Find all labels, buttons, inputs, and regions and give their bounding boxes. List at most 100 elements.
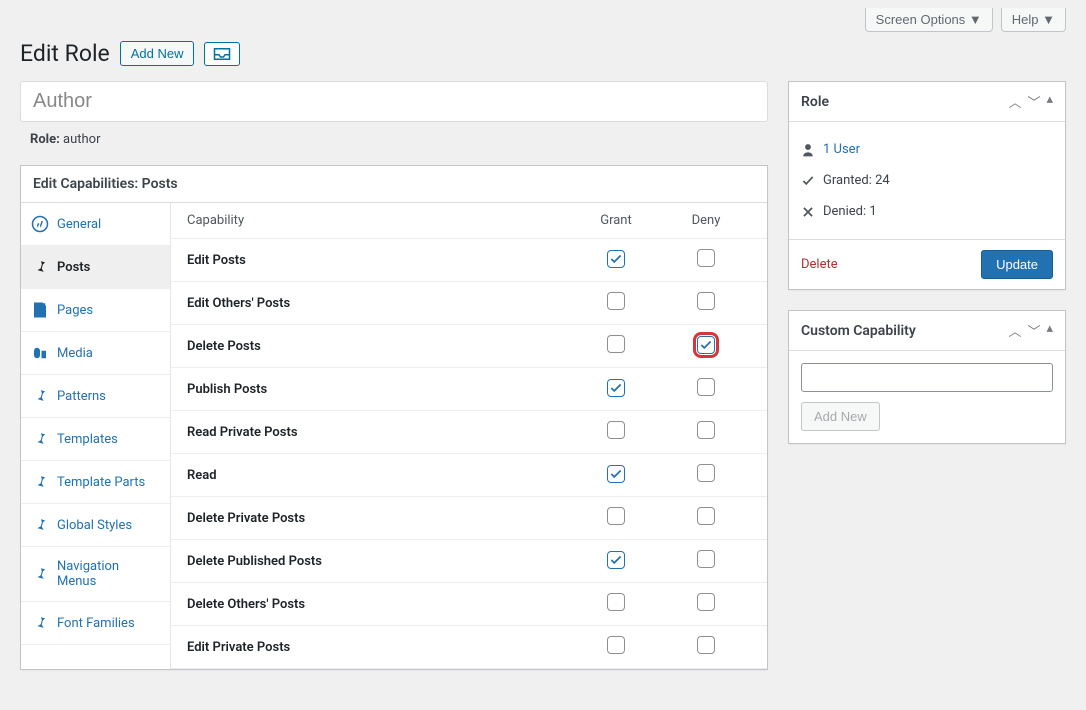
role-slug-value: author	[63, 132, 100, 147]
nav-item-pages[interactable]: Pages	[21, 289, 170, 332]
deny-checkbox[interactable]	[697, 636, 715, 654]
denied-count: Denied: 1	[823, 204, 877, 219]
role-title-input[interactable]	[20, 81, 768, 122]
col-deny: Deny	[661, 213, 751, 228]
nav-item-template-parts[interactable]: Template Parts	[21, 461, 170, 504]
pin-icon	[31, 473, 49, 491]
capability-row: Delete Others' Posts	[171, 583, 767, 626]
nav-item-posts[interactable]: Posts	[21, 246, 170, 289]
media-icon	[31, 344, 49, 362]
custom-capability-input[interactable]	[801, 363, 1053, 392]
capability-name: Delete Others' Posts	[187, 597, 571, 612]
update-button[interactable]: Update	[981, 250, 1053, 279]
capability-row: Delete Private Posts	[171, 497, 767, 540]
custom-capability-title: Custom Capability	[801, 323, 916, 339]
nav-label: Font Families	[57, 616, 135, 631]
capability-name: Read Private Posts	[187, 425, 571, 440]
nav-label: General	[57, 217, 101, 232]
col-grant: Grant	[571, 213, 661, 228]
screen-options-button[interactable]: Screen Options ▼	[865, 8, 993, 32]
chevron-up-icon[interactable]: ︿	[1008, 92, 1021, 111]
nav-item-global-styles[interactable]: Global Styles	[21, 504, 170, 547]
deny-checkbox[interactable]	[697, 507, 715, 525]
capability-row: Read Private Posts	[171, 411, 767, 454]
capability-row: Delete Published Posts	[171, 540, 767, 583]
nav-label: Patterns	[57, 389, 106, 404]
deny-checkbox[interactable]	[697, 292, 715, 310]
nav-label: Navigation Menus	[57, 559, 160, 589]
role-slug-label: Role:	[30, 132, 60, 147]
nav-label: Global Styles	[57, 518, 132, 533]
deny-checkbox[interactable]	[697, 550, 715, 568]
granted-count: Granted: 24	[823, 173, 890, 188]
deny-checkbox[interactable]	[697, 378, 715, 396]
capability-row: Delete Posts	[171, 325, 767, 368]
capabilities-nav: General Posts Pages Media Patterns Templates T…	[21, 203, 171, 669]
role-slug-line: Role: author	[20, 132, 768, 147]
deny-checkbox[interactable]	[697, 336, 715, 354]
grant-checkbox[interactable]	[607, 379, 625, 397]
check-icon	[801, 174, 815, 188]
nav-item-templates[interactable]: Templates	[21, 418, 170, 461]
add-new-role-button[interactable]: Add New	[120, 41, 195, 66]
user-icon	[801, 143, 815, 157]
capability-row: Publish Posts	[171, 368, 767, 411]
grant-checkbox[interactable]	[607, 465, 625, 483]
grant-checkbox[interactable]	[607, 250, 625, 268]
x-icon	[801, 205, 815, 219]
nav-item-navigation-menus[interactable]: Navigation Menus	[21, 547, 170, 602]
chevron-up-icon[interactable]: ︿	[1008, 321, 1021, 340]
pin-icon	[31, 430, 49, 448]
nav-label: Template Parts	[57, 475, 145, 490]
deny-checkbox[interactable]	[697, 249, 715, 267]
capability-name: Delete Private Posts	[187, 511, 571, 526]
page-icon	[31, 301, 49, 319]
deny-checkbox[interactable]	[697, 421, 715, 439]
grant-checkbox[interactable]	[607, 421, 625, 439]
delete-role-link[interactable]: Delete	[801, 257, 838, 272]
wordpress-icon	[31, 215, 49, 233]
page-title: Edit Role	[20, 40, 110, 67]
chevron-down-icon[interactable]: ﹀	[1027, 321, 1040, 340]
nav-item-font-families[interactable]: Font Families	[21, 602, 170, 645]
capability-name: Edit Private Posts	[187, 640, 571, 655]
caret-up-icon[interactable]: ▴	[1046, 92, 1053, 111]
capabilities-table-header: Capability Grant Deny	[171, 203, 767, 239]
add-custom-capability-button[interactable]: Add New	[801, 402, 880, 431]
capability-row: Edit Posts	[171, 239, 767, 282]
capability-row: Edit Others' Posts	[171, 282, 767, 325]
nav-item-general[interactable]: General	[21, 203, 170, 246]
capability-name: Edit Posts	[187, 253, 571, 268]
screen-options-label: Screen Options	[876, 12, 966, 27]
help-label: Help	[1012, 12, 1039, 27]
nav-label: Media	[57, 346, 93, 361]
grant-checkbox[interactable]	[607, 636, 625, 654]
nav-item-media[interactable]: Media	[21, 332, 170, 375]
role-box-title: Role	[801, 94, 829, 110]
capabilities-panel-title: Edit Capabilities: Posts	[33, 176, 178, 192]
nav-label: Pages	[57, 303, 93, 318]
deny-checkbox[interactable]	[697, 593, 715, 611]
nav-label: Posts	[57, 260, 90, 275]
inbox-button[interactable]	[204, 42, 240, 66]
grant-checkbox[interactable]	[607, 593, 625, 611]
capability-row: Read	[171, 454, 767, 497]
nav-item-patterns[interactable]: Patterns	[21, 375, 170, 418]
pin-icon	[31, 565, 49, 583]
panel-controls: ︿ ﹀ ▴	[1008, 92, 1053, 111]
grant-checkbox[interactable]	[607, 335, 625, 353]
col-capability: Capability	[187, 213, 571, 228]
users-link[interactable]: 1 User	[823, 142, 860, 157]
help-button[interactable]: Help ▼	[1001, 8, 1066, 32]
deny-checkbox[interactable]	[697, 464, 715, 482]
pin-icon	[31, 258, 49, 276]
grant-checkbox[interactable]	[607, 507, 625, 525]
pin-icon	[31, 387, 49, 405]
grant-checkbox[interactable]	[607, 292, 625, 310]
caret-up-icon[interactable]: ▴	[1046, 321, 1053, 340]
capability-row: Edit Private Posts	[171, 626, 767, 669]
chevron-down-icon[interactable]: ﹀	[1027, 92, 1040, 111]
capability-name: Publish Posts	[187, 382, 571, 397]
pin-icon	[31, 516, 49, 534]
grant-checkbox[interactable]	[607, 551, 625, 569]
